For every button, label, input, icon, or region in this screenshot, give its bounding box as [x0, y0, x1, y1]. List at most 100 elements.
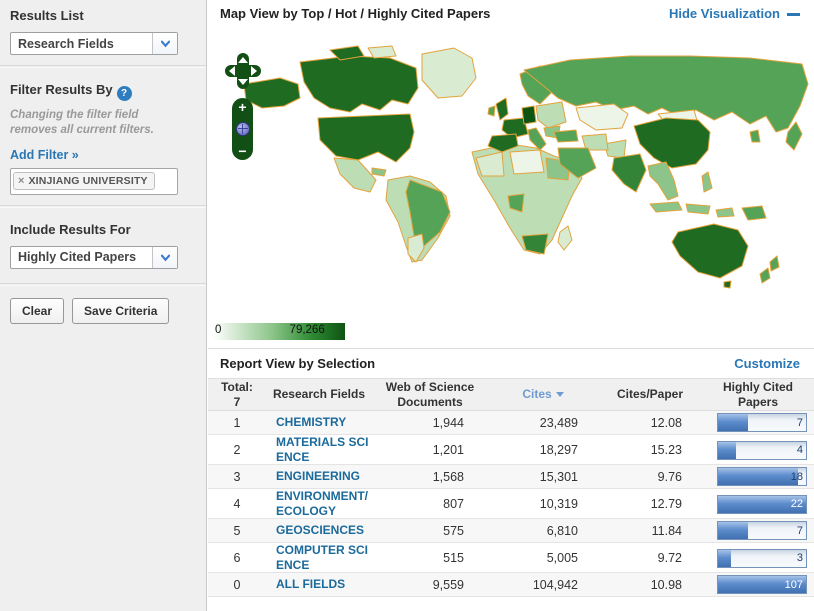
- globe-icon[interactable]: [236, 122, 250, 136]
- column-header-highly-cited: Highly Cited Papers: [702, 380, 814, 409]
- table-row: 2MATERIALS SCIENCE1,20118,29715.234: [208, 435, 814, 465]
- cites-per-paper-cell: 12.79: [598, 497, 702, 511]
- zoom-in-button[interactable]: +: [238, 101, 246, 113]
- main-panel: Map View by Top / Hot / Highly Cited Pap…: [208, 0, 814, 611]
- results-list-heading: Results List: [10, 8, 196, 23]
- legend-min-value: 0: [215, 324, 221, 336]
- chevron-down-icon[interactable]: [152, 247, 177, 268]
- rank-cell: 4: [208, 497, 266, 511]
- results-list-select[interactable]: Research Fields: [10, 32, 178, 55]
- highly-cited-bar-fill: [718, 442, 736, 459]
- cites-cell: 6,810: [488, 524, 598, 538]
- highly-cited-bar: 3: [717, 549, 807, 568]
- table-row: 6COMPUTER SCIENCE5155,0059.723: [208, 543, 814, 573]
- highly-cited-bar-fill: [718, 522, 748, 539]
- cites-per-paper-cell: 9.72: [598, 551, 702, 565]
- clear-button[interactable]: Clear: [10, 298, 64, 324]
- report-table-header: Total: 7 Research Fields Web of Science …: [208, 378, 814, 411]
- map-area: + −: [208, 26, 814, 320]
- highly-cited-bar-fill: [718, 550, 731, 567]
- table-row: 5GEOSCIENCES5756,81011.84 7: [208, 519, 814, 543]
- map-pan-control[interactable]: [224, 52, 262, 90]
- highly-cited-cell: 7: [702, 521, 814, 540]
- highly-cited-value: 22: [791, 496, 803, 513]
- add-filter-link[interactable]: Add Filter »: [10, 148, 79, 162]
- research-field-link[interactable]: ALL FIELDS: [266, 577, 372, 592]
- column-header-research-fields: Research Fields: [266, 387, 372, 401]
- zoom-out-button[interactable]: −: [238, 145, 246, 157]
- cites-cell: 5,005: [488, 551, 598, 565]
- map-color-legend: 0 79,266: [213, 323, 345, 340]
- highly-cited-bar: 107: [717, 575, 807, 594]
- map-zoom-control: + −: [232, 98, 253, 160]
- rank-cell: 2: [208, 443, 266, 457]
- highly-cited-value: 3: [797, 550, 803, 567]
- highly-cited-cell: 18: [702, 467, 814, 486]
- highly-cited-bar-fill: [718, 414, 748, 431]
- wos-documents-cell: 515: [372, 551, 488, 565]
- remove-filter-icon[interactable]: ×: [18, 175, 24, 187]
- filter-note: Changing the filter field removes all cu…: [10, 108, 188, 138]
- research-field-link[interactable]: MATERIALS SCIENCE: [266, 435, 372, 465]
- report-view-title: Report View by Selection: [220, 356, 734, 371]
- report-table-body: 1CHEMISTRY1,94423,48912.0872MATERIALS SC…: [208, 411, 814, 597]
- research-field-link[interactable]: COMPUTER SCIENCE: [266, 543, 372, 573]
- help-icon[interactable]: ?: [117, 86, 132, 101]
- highly-cited-bar: 4: [717, 441, 807, 460]
- highly-cited-value: 107: [785, 576, 803, 593]
- hide-visualization-link[interactable]: Hide Visualization: [669, 6, 800, 21]
- rank-cell: 5: [208, 524, 266, 538]
- wos-documents-cell: 1,944: [372, 416, 488, 430]
- highly-cited-cell: 4: [702, 441, 814, 460]
- wos-documents-cell: 575: [372, 524, 488, 538]
- filter-input[interactable]: × XINJIANG UNIVERSITY: [10, 168, 178, 195]
- column-header-cites[interactable]: Cites: [488, 387, 598, 401]
- column-header-wos-documents: Web of Science Documents: [372, 380, 488, 409]
- highly-cited-bar: 18: [717, 467, 807, 486]
- research-field-link[interactable]: GEOSCIENCES: [266, 523, 372, 538]
- wos-documents-cell: 807: [372, 497, 488, 511]
- sort-descending-icon: [556, 392, 564, 397]
- highly-cited-value: 7: [797, 414, 803, 431]
- cites-cell: 15,301: [488, 470, 598, 484]
- highly-cited-bar-fill: [718, 468, 798, 485]
- rank-cell: 3: [208, 470, 266, 484]
- highly-cited-value: 18: [791, 468, 803, 485]
- map-view-title: Map View by Top / Hot / Highly Cited Pap…: [220, 6, 669, 21]
- chevron-down-icon[interactable]: [152, 33, 177, 54]
- cites-cell: 10,319: [488, 497, 598, 511]
- cites-cell: 104,942: [488, 578, 598, 592]
- include-results-selected-value: Highly Cited Papers: [11, 250, 152, 264]
- table-row: 0ALL FIELDS9,559104,94210.98107: [208, 573, 814, 597]
- highly-cited-value: 4: [797, 442, 803, 459]
- legend-max-value: 79,266: [290, 324, 325, 336]
- filter-tag-label: XINJIANG UNIVERSITY: [28, 175, 147, 187]
- highly-cited-cell: 22: [702, 495, 814, 514]
- filter-sidebar: Results List Research Fields Filter Resu…: [0, 0, 207, 611]
- cites-per-paper-cell: 11.84: [598, 524, 702, 538]
- research-field-link[interactable]: ENGINEERING: [266, 469, 372, 484]
- customize-link[interactable]: Customize: [734, 356, 800, 371]
- collapse-icon: [787, 13, 800, 16]
- highly-cited-cell: 107: [702, 575, 814, 594]
- save-criteria-button[interactable]: Save Criteria: [72, 298, 169, 324]
- cites-per-paper-cell: 12.08: [598, 416, 702, 430]
- include-results-select[interactable]: Highly Cited Papers: [10, 246, 178, 269]
- research-field-link[interactable]: ENVIRONMENT/ECOLOGY: [266, 489, 372, 519]
- table-row: 1CHEMISTRY1,94423,48912.087: [208, 411, 814, 435]
- wos-documents-cell: 9,559: [372, 578, 488, 592]
- highly-cited-cell: 7: [702, 413, 814, 432]
- filter-results-heading: Filter Results By: [10, 82, 113, 97]
- research-field-link[interactable]: CHEMISTRY: [266, 415, 372, 430]
- results-list-selected-value: Research Fields: [11, 37, 152, 51]
- highly-cited-value: 7: [797, 522, 803, 539]
- cites-cell: 23,489: [488, 416, 598, 430]
- total-count-header: Total: 7: [208, 380, 266, 409]
- column-header-cites-per-paper: Cites/Paper: [598, 387, 702, 401]
- table-row: 4ENVIRONMENT/ECOLOGY80710,31912.79 22: [208, 489, 814, 519]
- filter-tag: × XINJIANG UNIVERSITY: [13, 172, 155, 190]
- highly-cited-cell: 3: [702, 549, 814, 568]
- cites-cell: 18,297: [488, 443, 598, 457]
- wos-documents-cell: 1,201: [372, 443, 488, 457]
- world-map[interactable]: [210, 40, 810, 312]
